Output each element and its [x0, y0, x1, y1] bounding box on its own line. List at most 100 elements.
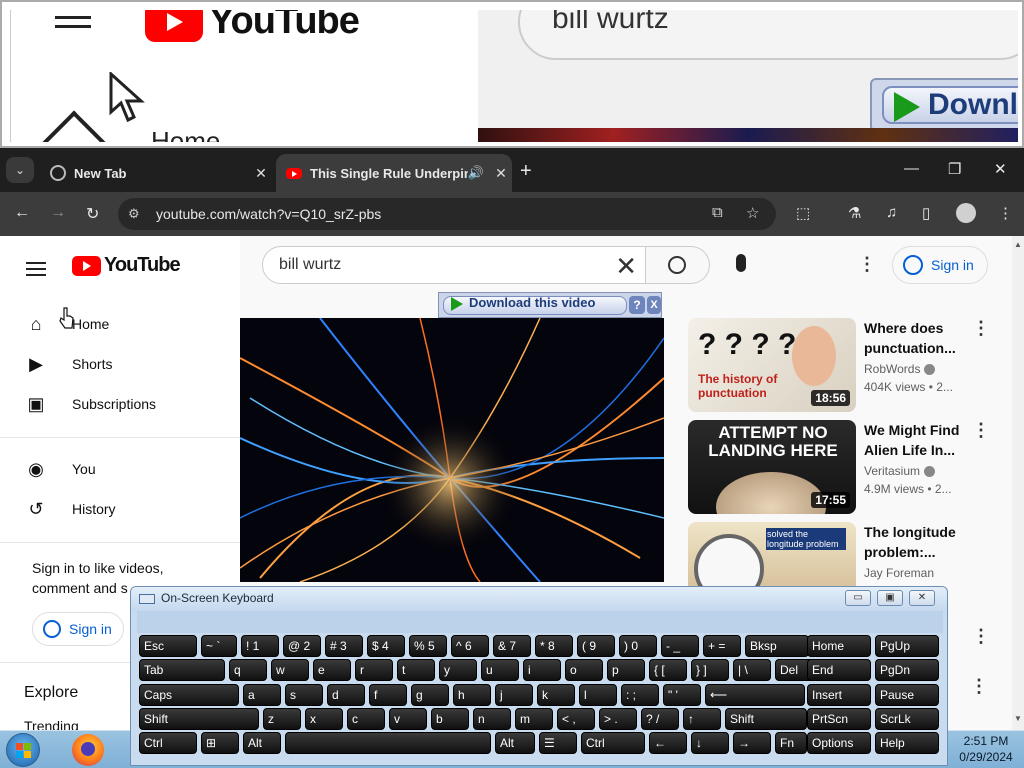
- osk-key[interactable]: ↑: [683, 708, 721, 730]
- sidebar-item-history[interactable]: ↺ History: [0, 489, 240, 529]
- osk-key[interactable]: j: [495, 684, 533, 706]
- osk-key[interactable]: @ 2: [283, 635, 321, 657]
- osk-key[interactable]: ⟵: [705, 684, 805, 706]
- profile-avatar[interactable]: [956, 203, 976, 223]
- osk-key[interactable]: < ,: [557, 708, 595, 730]
- browser-menu-icon[interactable]: ⋮: [998, 204, 1013, 222]
- voice-search-icon[interactable]: [736, 254, 746, 272]
- osk-key[interactable]: & 7: [493, 635, 531, 657]
- firefox-icon[interactable]: [72, 734, 104, 766]
- osk-key[interactable]: q: [229, 659, 267, 681]
- close-tab-icon[interactable]: ✕: [250, 165, 272, 182]
- osk-key[interactable]: : ;: [621, 684, 659, 706]
- video-thumbnail[interactable]: ATTEMPT NO LANDING HERE 17:55: [688, 420, 856, 514]
- osk-key[interactable]: } ]: [691, 659, 729, 681]
- video-title[interactable]: Where does punctuation...: [864, 318, 982, 358]
- page-scrollbar[interactable]: ▲ ▼: [1012, 236, 1024, 730]
- header-signin-button[interactable]: Sign in: [892, 246, 988, 284]
- osk-key[interactable]: PgUp: [875, 635, 939, 657]
- search-input[interactable]: bill wurtz ✕: [262, 246, 646, 284]
- osk-key[interactable]: b: [431, 708, 469, 730]
- search-button[interactable]: [646, 246, 710, 284]
- osk-key[interactable]: z: [263, 708, 301, 730]
- osk-key[interactable]: o: [565, 659, 603, 681]
- osk-key[interactable]: ~ `: [201, 635, 237, 657]
- osk-key[interactable]: Shift: [139, 708, 259, 730]
- osk-key[interactable]: f: [369, 684, 407, 706]
- osk-key[interactable]: c: [347, 708, 385, 730]
- osk-key[interactable]: $ 4: [367, 635, 405, 657]
- osk-minimize-button[interactable]: ▭: [845, 590, 871, 606]
- osk-key[interactable]: PrtScn: [807, 708, 871, 730]
- sidebar-signin-button[interactable]: Sign in: [32, 612, 124, 646]
- osk-key[interactable]: Help: [875, 732, 939, 754]
- osk-key[interactable]: [285, 732, 491, 754]
- channel-name[interactable]: RobWords: [864, 362, 936, 376]
- video-title[interactable]: We Might Find Alien Life In...: [864, 420, 982, 460]
- scroll-up-icon[interactable]: ▲: [1014, 240, 1022, 249]
- more-actions-icon[interactable]: ⋮: [972, 420, 990, 441]
- bookmark-star-icon[interactable]: ☆: [746, 204, 759, 222]
- osk-key[interactable]: # 3: [325, 635, 363, 657]
- osk-key[interactable]: Tab: [139, 659, 225, 681]
- hamburger-menu-icon[interactable]: [26, 258, 46, 280]
- osk-key[interactable]: t: [397, 659, 435, 681]
- osk-key[interactable]: ) 0: [619, 635, 657, 657]
- osk-key[interactable]: PgDn: [875, 659, 939, 681]
- minimize-button[interactable]: —: [904, 160, 919, 177]
- video-title[interactable]: The longitude problem:...: [864, 522, 982, 562]
- osk-key[interactable]: Alt: [495, 732, 535, 754]
- osk-key[interactable]: Options: [807, 732, 871, 754]
- osk-key[interactable]: p: [607, 659, 645, 681]
- new-tab-button[interactable]: +: [520, 160, 532, 183]
- recommendation-item[interactable]: ? ? ? ? The history of punctuation 18:56…: [688, 318, 1012, 412]
- osk-key[interactable]: ( 9: [577, 635, 615, 657]
- osk-key[interactable]: Ctrl: [139, 732, 197, 754]
- more-actions-icon[interactable]: ⋮: [970, 676, 988, 697]
- osk-key[interactable]: - _: [661, 635, 699, 657]
- osk-key[interactable]: r: [355, 659, 393, 681]
- osk-close-button[interactable]: ✕: [909, 590, 935, 606]
- osk-key[interactable]: Home: [807, 635, 871, 657]
- osk-key[interactable]: | \: [733, 659, 771, 681]
- download-help-button[interactable]: ?: [629, 296, 645, 314]
- osk-key[interactable]: m: [515, 708, 553, 730]
- osk-key[interactable]: ScrLk: [875, 708, 939, 730]
- labs-icon[interactable]: ⚗: [848, 204, 861, 222]
- osk-key[interactable]: l: [579, 684, 617, 706]
- reload-button[interactable]: ↻: [86, 204, 99, 224]
- osk-key[interactable]: ⊞: [201, 732, 239, 754]
- sidebar-item-subscriptions[interactable]: ▣ Subscriptions: [0, 384, 240, 424]
- forward-button[interactable]: →: [50, 204, 66, 222]
- osk-key[interactable]: ? /: [641, 708, 679, 730]
- audio-playing-icon[interactable]: 🔊: [468, 165, 484, 181]
- osk-key[interactable]: Fn: [775, 732, 807, 754]
- osk-key[interactable]: > .: [599, 708, 637, 730]
- osk-restore-button[interactable]: ▣: [877, 590, 903, 606]
- osk-key[interactable]: y: [439, 659, 477, 681]
- extensions-icon[interactable]: ⬚: [796, 204, 810, 222]
- osk-key[interactable]: s: [285, 684, 323, 706]
- clear-search-icon[interactable]: ✕: [615, 251, 637, 282]
- osk-key[interactable]: Esc: [139, 635, 197, 657]
- sidebar-item-home[interactable]: ⌂ Home: [0, 304, 240, 344]
- install-app-icon[interactable]: ⧉: [712, 204, 723, 221]
- sidebar-item-trending[interactable]: Trending: [24, 718, 79, 730]
- osk-key[interactable]: h: [453, 684, 491, 706]
- youtube-logo[interactable]: YouTube: [72, 254, 181, 277]
- scroll-down-icon[interactable]: ▼: [1014, 714, 1022, 723]
- osk-key[interactable]: ! 1: [241, 635, 279, 657]
- osk-key[interactable]: d: [327, 684, 365, 706]
- site-info-icon[interactable]: ⚙: [128, 206, 144, 222]
- osk-key[interactable]: w: [271, 659, 309, 681]
- more-actions-icon[interactable]: ⋮: [972, 318, 990, 339]
- osk-titlebar[interactable]: On-Screen Keyboard ▭ ▣ ✕: [131, 587, 947, 611]
- osk-key[interactable]: Alt: [243, 732, 281, 754]
- video-player[interactable]: [240, 318, 664, 582]
- osk-key[interactable]: n: [473, 708, 511, 730]
- osk-key[interactable]: Caps: [139, 684, 239, 706]
- channel-name[interactable]: Jay Foreman: [864, 566, 934, 580]
- osk-key[interactable]: % 5: [409, 635, 447, 657]
- close-window-button[interactable]: ✕: [994, 160, 1007, 178]
- settings-menu-icon[interactable]: ⋮: [858, 254, 876, 275]
